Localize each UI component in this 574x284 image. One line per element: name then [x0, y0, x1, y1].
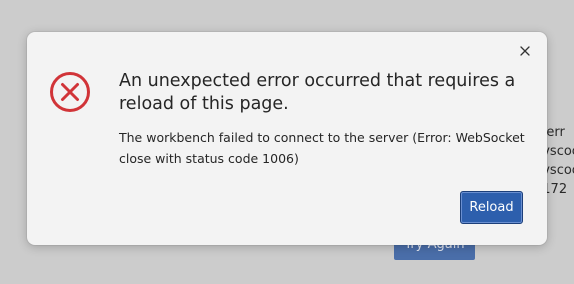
error-dialog: An unexpected error occurred that requir…	[27, 32, 547, 245]
dialog-detail: The workbench failed to connect to the s…	[119, 130, 525, 166]
close-button[interactable]	[517, 43, 533, 59]
close-icon	[520, 46, 530, 56]
error-icon	[50, 72, 90, 112]
reload-button[interactable]: Reload	[460, 191, 523, 224]
dialog-title: An unexpected error occurred that requir…	[119, 71, 516, 114]
